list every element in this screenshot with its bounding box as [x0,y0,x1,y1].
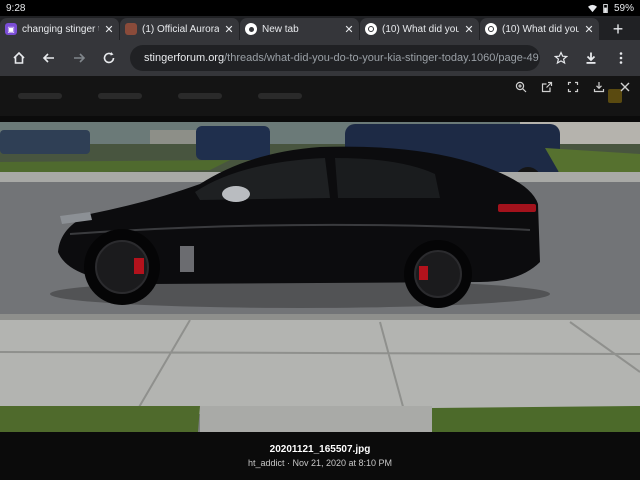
download-icon [593,82,605,93]
fullscreen-icon [567,81,579,93]
menu-button[interactable] [606,43,636,73]
plus-icon: + [612,18,624,39]
image-caption: 20201121_165507.jpg ht_addict · Nov 21, … [0,444,640,468]
tab-favicon-icon [485,23,497,35]
battery-icon [603,3,608,13]
tab-title: (10) What did you d [502,23,579,35]
more-vert-icon [619,52,623,64]
system-status-bar: 9:28 59% [0,0,640,16]
address-bar[interactable]: stingerforum.org/threads/what-did-you-do… [130,45,540,71]
status-time: 9:28 [6,2,26,14]
web-page: 20201121_165507.jpg ht_addict · Nov 21, … [0,76,640,480]
lightbox-image[interactable] [0,122,640,432]
bookmark-button[interactable] [546,43,576,73]
browser-tab-active[interactable]: (10) What did you d ✕ [480,18,599,40]
download-button[interactable] [576,43,606,73]
tab-favicon-icon [125,23,137,35]
tab-title: New tab [262,23,299,35]
chrome-icon [245,23,257,35]
home-icon [13,51,25,64]
nav-placeholder [258,93,302,99]
tab-close-icon[interactable]: ✕ [224,23,234,36]
tab-close-icon[interactable]: ✕ [584,23,594,36]
zoom-in-icon [515,81,527,93]
new-tab-button[interactable]: + [600,18,636,40]
zoom-button[interactable] [514,80,528,94]
browser-toolbar: stingerforum.org/threads/what-did-you-do… [0,40,640,76]
browser-tab[interactable]: New tab ✕ [240,18,359,40]
lightbox-toolbar [514,80,632,94]
external-link-icon [541,81,553,93]
image-meta: ht_addict · Nov 21, 2020 at 8:10 PM [247,458,393,468]
arrow-right-icon [74,53,86,63]
wifi-icon [587,4,597,12]
close-icon [620,82,630,92]
tab-close-icon[interactable]: ✕ [344,23,354,36]
arrow-left-icon [42,53,54,63]
download-image-button[interactable] [592,80,606,94]
tab-favicon-icon: ▣ [5,23,17,35]
car-photo [0,122,640,432]
browser-tab[interactable]: (10) What did you d ✕ [360,18,479,40]
reload-button[interactable] [94,43,124,73]
back-button[interactable] [34,43,64,73]
browser-tab[interactable]: (1) Official Aurora B ✕ [120,18,239,40]
nav-placeholder [178,93,222,99]
download-icon [586,52,596,64]
tab-title: (10) What did you d [382,23,459,35]
image-filename: 20201121_165507.jpg [269,444,371,455]
forward-button[interactable] [64,43,94,73]
battery-level: 59% [613,2,634,14]
star-icon [554,51,568,65]
tab-strip: ▣ changing stinger tir ✕ (1) Official Au… [0,16,640,40]
tab-close-icon[interactable]: ✕ [464,23,474,36]
close-lightbox-button[interactable] [618,80,632,94]
reload-icon [103,52,115,64]
nav-placeholder [98,93,142,99]
url-path: /threads/what-did-you-do-to-your-kia-sti… [224,52,540,64]
home-button[interactable] [4,43,34,73]
status-indicators: 59% [587,2,634,14]
tab-title: changing stinger tir [22,23,99,35]
nav-placeholder [18,93,62,99]
browser-tab[interactable]: ▣ changing stinger tir ✕ [0,18,119,40]
tab-title: (1) Official Aurora B [142,23,219,35]
fullscreen-button[interactable] [566,80,580,94]
url-host: stingerforum.org [144,52,225,64]
tab-favicon-icon [365,23,377,35]
tab-close-icon[interactable]: ✕ [104,23,114,36]
open-new-window-button[interactable] [540,80,554,94]
